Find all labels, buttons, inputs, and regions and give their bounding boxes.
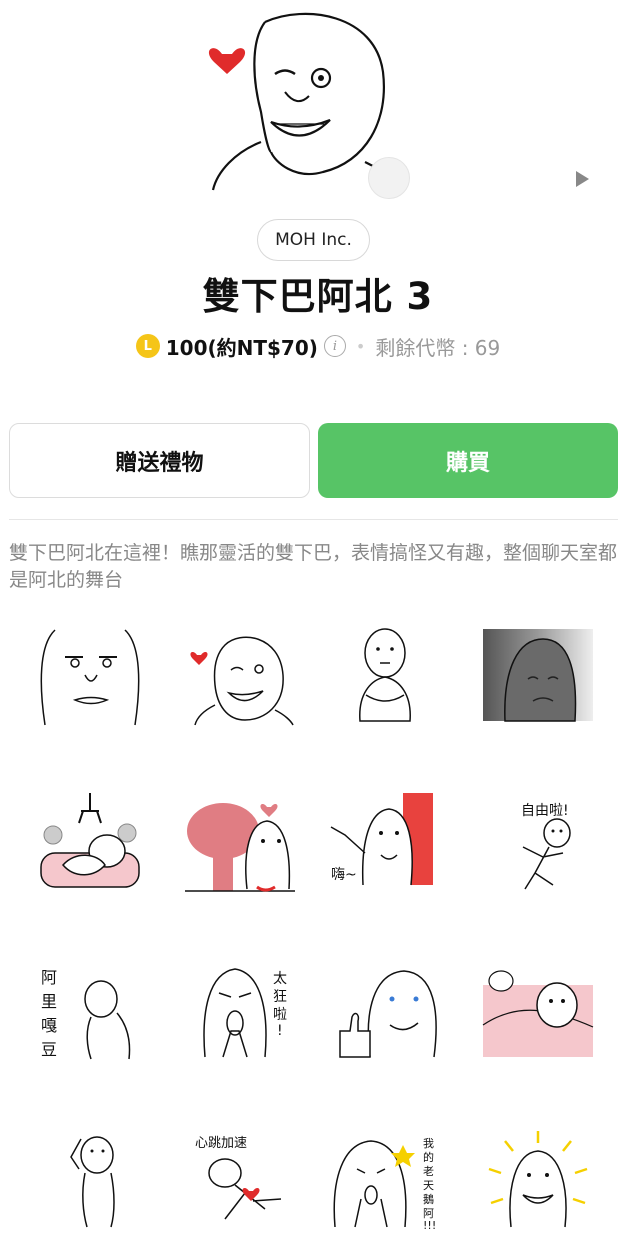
coin-balance: 剩餘代幣 : 69 xyxy=(375,335,501,360)
heart-icon xyxy=(208,48,246,74)
sticker-image xyxy=(482,970,594,1057)
info-icon[interactable]: i xyxy=(323,335,346,357)
sticker-item[interactable] xyxy=(175,788,305,898)
sticker-item[interactable] xyxy=(25,620,155,730)
svg-text:太: 太 xyxy=(273,971,287,987)
sticker-item[interactable] xyxy=(473,1124,603,1234)
buy-button[interactable]: 購買 xyxy=(318,423,618,498)
sticker-item[interactable]: 心跳加速 xyxy=(175,1124,305,1234)
price-text: 100(約NT$70) xyxy=(165,335,318,360)
svg-text:啦: 啦 xyxy=(273,1006,287,1023)
svg-text:豆: 豆 xyxy=(41,1040,57,1059)
svg-text:的: 的 xyxy=(423,1150,434,1164)
sticker-image: 阿 里 嘎 豆 xyxy=(41,968,131,1060)
svg-text:!: ! xyxy=(277,1023,283,1039)
sticker-image xyxy=(359,628,411,722)
sticker-image xyxy=(70,1136,115,1228)
svg-text:!!!: !!! xyxy=(423,1219,436,1232)
heart-icon xyxy=(242,1188,260,1201)
sticker-caption: 嗨~ xyxy=(331,867,357,883)
line-coin-icon: L xyxy=(135,334,160,358)
sticker-item[interactable]: 太 狂 啦 ! xyxy=(175,956,305,1066)
svg-text:老: 老 xyxy=(423,1165,434,1178)
sticker-item[interactable] xyxy=(473,620,603,730)
sticker-image xyxy=(40,793,140,888)
sticker-item[interactable]: 嗨~ xyxy=(320,788,450,898)
play-preview-button[interactable] xyxy=(368,157,589,199)
svg-text:天: 天 xyxy=(423,1179,434,1192)
sticker-caption: 自由啦! xyxy=(521,802,569,819)
sticker-image xyxy=(40,629,140,726)
sticker-image: 自由啦! xyxy=(521,802,571,890)
author-link[interactable]: MOH Inc. xyxy=(257,219,370,261)
main-sticker-preview xyxy=(0,0,636,200)
sticker-image: 我 的 老 天 鵝 阿 !!! xyxy=(333,1137,436,1232)
sticker-image xyxy=(190,636,294,726)
sticker-image xyxy=(483,629,593,722)
sticker-image: 嗨~ xyxy=(330,793,433,886)
sticker-item[interactable] xyxy=(320,620,450,730)
sticker-caption: 心跳加速 xyxy=(195,1136,247,1151)
svg-text:鵝: 鵝 xyxy=(423,1192,434,1206)
sticker-item[interactable]: 自由啦! xyxy=(473,788,603,898)
gift-button[interactable]: 贈送禮物 xyxy=(9,423,310,498)
sticker-image xyxy=(185,803,295,892)
sticker-item[interactable]: 我 的 老 天 鵝 阿 !!! xyxy=(320,1124,450,1234)
svg-text:嘎: 嘎 xyxy=(41,1016,57,1035)
play-icon xyxy=(576,171,589,187)
sticker-image xyxy=(339,970,437,1058)
divider xyxy=(9,519,618,520)
price-row: L 100(約NT$70) i • 剩餘代幣 : 69 xyxy=(0,330,636,362)
sticker-item[interactable] xyxy=(473,956,603,1066)
svg-text:我: 我 xyxy=(423,1137,434,1150)
sticker-item[interactable] xyxy=(25,1124,155,1234)
sticker-item[interactable] xyxy=(25,788,155,898)
thumbs-up-icon xyxy=(339,1012,371,1058)
sticker-description: 雙下巴阿北在這裡！瞧那靈活的雙下巴，表情搞怪又有趣，整個聊天室都是阿北的舞台 xyxy=(9,542,618,591)
sticker-caption-vertical: 阿 里 嘎 豆 xyxy=(41,968,57,1059)
heart-icon xyxy=(190,652,208,665)
sticker-image: 心跳加速 xyxy=(195,1136,282,1220)
sticker-image xyxy=(488,1131,588,1228)
sticker-item[interactable] xyxy=(175,620,305,730)
sticker-image: 太 狂 啦 ! xyxy=(203,968,287,1058)
separator-dot: • xyxy=(355,336,366,356)
svg-text:里: 里 xyxy=(41,992,57,1011)
sticker-item[interactable]: 阿 里 嘎 豆 xyxy=(25,956,155,1066)
svg-text:阿: 阿 xyxy=(41,968,57,987)
sticker-title: 雙下巴阿北 3 xyxy=(202,275,434,318)
sticker-item[interactable] xyxy=(320,956,450,1066)
svg-text:狂: 狂 xyxy=(273,989,287,1005)
